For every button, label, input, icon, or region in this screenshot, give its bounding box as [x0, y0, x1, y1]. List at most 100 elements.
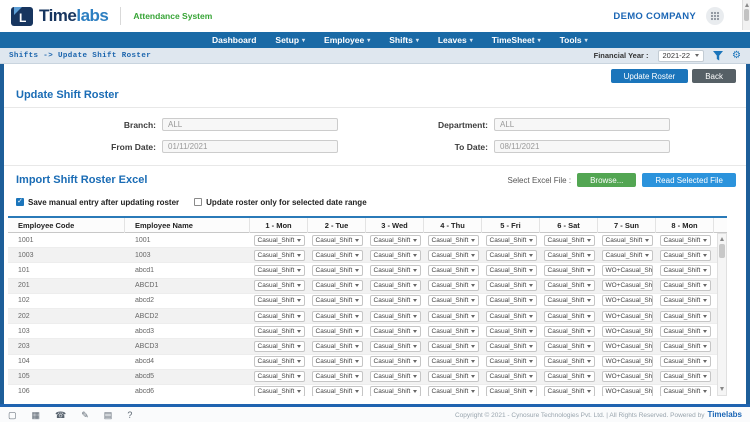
shift-select-r2-d6[interactable]: Casual_Shift	[543, 264, 595, 276]
shift-select-r5-d6[interactable]: Casual_Shift	[543, 310, 595, 322]
shift-select-r5-d3[interactable]: Casual_Shift	[369, 310, 421, 322]
shift-select-r2-d5[interactable]: Casual_Shift	[485, 264, 537, 276]
shift-select-r6-d3[interactable]: Casual_Shift	[369, 325, 421, 337]
shift-select-r7-d6[interactable]: Casual_Shift	[543, 340, 595, 352]
shift-select-r9-d7[interactable]: WO+Casual_Sh	[601, 371, 653, 383]
shift-select-r3-d7[interactable]: WO+Casual_Sh	[601, 280, 653, 292]
filter-icon[interactable]	[713, 50, 724, 61]
shift-select-r4-d5[interactable]: Casual_Shift	[485, 295, 537, 307]
checkbox-1[interactable]	[194, 198, 203, 206]
to-date-field[interactable]	[494, 140, 670, 153]
nav-item-leaves[interactable]: Leaves ▾	[438, 35, 473, 45]
phone-icon[interactable]: ☎	[55, 409, 66, 421]
from-date-field[interactable]	[162, 140, 338, 153]
shift-select-r8-d2[interactable]: Casual_Shift	[311, 356, 363, 368]
shift-select-r6-d6[interactable]: Casual_Shift	[543, 325, 595, 337]
shift-select-r9-d6[interactable]: Casual_Shift	[543, 371, 595, 383]
shift-select-r1-d5[interactable]: Casual_Shift	[485, 249, 537, 261]
help-icon[interactable]: ?	[127, 409, 132, 421]
shift-select-r7-d8[interactable]: Casual_Shift	[659, 340, 711, 352]
shift-select-r6-d2[interactable]: Casual_Shift	[311, 325, 363, 337]
shift-select-r5-d1[interactable]: Casual_Shift	[253, 310, 305, 322]
shift-select-r3-d8[interactable]: Casual_Shift	[659, 280, 711, 292]
shift-select-r6-d1[interactable]: Casual_Shift	[253, 325, 305, 337]
shift-select-r4-d3[interactable]: Casual_Shift	[369, 295, 421, 307]
printer-icon[interactable]: ▤	[104, 409, 113, 421]
shift-select-r8-d3[interactable]: Casual_Shift	[369, 356, 421, 368]
shift-select-r3-d4[interactable]: Casual_Shift	[427, 280, 479, 292]
nav-item-shifts[interactable]: Shifts ▾	[389, 35, 419, 45]
shift-select-r6-d8[interactable]: Casual_Shift	[659, 325, 711, 337]
department-field[interactable]	[494, 118, 670, 131]
shift-select-r4-d7[interactable]: WO+Casual_Sh	[601, 295, 653, 307]
shift-select-r2-d4[interactable]: Casual_Shift	[427, 264, 479, 276]
shift-select-r0-d6[interactable]: Casual_Shift	[543, 234, 595, 246]
shift-select-r5-d2[interactable]: Casual_Shift	[311, 310, 363, 322]
shift-select-r0-d7[interactable]: Casual_Shift	[601, 234, 653, 246]
shift-select-r4-d6[interactable]: Casual_Shift	[543, 295, 595, 307]
shift-select-r10-d1[interactable]: Casual_Shift	[253, 386, 305, 396]
apps-grid-icon[interactable]	[706, 7, 724, 25]
shift-select-r3-d6[interactable]: Casual_Shift	[543, 280, 595, 292]
shift-select-r9-d4[interactable]: Casual_Shift	[427, 371, 479, 383]
financial-year-select[interactable]: 2021-22	[657, 49, 705, 62]
table-scrollbar[interactable]	[717, 233, 727, 396]
browse-button[interactable]: Browse...	[577, 173, 637, 187]
shift-select-r7-d4[interactable]: Casual_Shift	[427, 340, 479, 352]
shift-select-r4-d8[interactable]: Casual_Shift	[659, 295, 711, 307]
shift-select-r8-d8[interactable]: Casual_Shift	[659, 356, 711, 368]
shift-select-r10-d4[interactable]: Casual_Shift	[427, 386, 479, 396]
shift-select-r10-d5[interactable]: Casual_Shift	[485, 386, 537, 396]
shift-select-r6-d5[interactable]: Casual_Shift	[485, 325, 537, 337]
gear-icon[interactable]: ⚙	[732, 50, 741, 61]
shift-select-r7-d3[interactable]: Casual_Shift	[369, 340, 421, 352]
shift-select-r6-d7[interactable]: WO+Casual_Sh	[601, 325, 653, 337]
shift-select-r7-d7[interactable]: WO+Casual_Sh	[601, 340, 653, 352]
shift-select-r9-d8[interactable]: Casual_Shift	[659, 371, 711, 383]
nav-item-dashboard[interactable]: Dashboard	[212, 35, 256, 45]
shift-select-r6-d4[interactable]: Casual_Shift	[427, 325, 479, 337]
shift-select-r5-d4[interactable]: Casual_Shift	[427, 310, 479, 322]
shift-select-r0-d1[interactable]: Casual_Shift	[253, 234, 305, 246]
branch-field[interactable]	[162, 118, 338, 131]
nav-item-timesheet[interactable]: TimeSheet ▾	[492, 35, 541, 45]
shift-select-r1-d2[interactable]: Casual_Shift	[311, 249, 363, 261]
shift-select-r0-d3[interactable]: Casual_Shift	[369, 234, 421, 246]
shift-select-r8-d5[interactable]: Casual_Shift	[485, 356, 537, 368]
shift-select-r1-d1[interactable]: Casual_Shift	[253, 249, 305, 261]
page-scrollbar[interactable]	[742, 0, 750, 30]
shift-select-r4-d2[interactable]: Casual_Shift	[311, 295, 363, 307]
shift-select-r3-d1[interactable]: Casual_Shift	[253, 280, 305, 292]
shift-select-r9-d3[interactable]: Casual_Shift	[369, 371, 421, 383]
read-selected-file-button[interactable]: Read Selected File	[642, 173, 736, 187]
shift-select-r2-d2[interactable]: Casual_Shift	[311, 264, 363, 276]
checkbox-0[interactable]: ✓	[16, 198, 24, 206]
shift-select-r1-d3[interactable]: Casual_Shift	[369, 249, 421, 261]
shift-select-r5-d8[interactable]: Casual_Shift	[659, 310, 711, 322]
back-button[interactable]: Back	[692, 69, 736, 83]
shift-select-r2-d1[interactable]: Casual_Shift	[253, 264, 305, 276]
shift-select-r2-d3[interactable]: Casual_Shift	[369, 264, 421, 276]
nav-item-setup[interactable]: Setup ▾	[275, 35, 305, 45]
nav-item-employee[interactable]: Employee ▾	[324, 35, 370, 45]
monitor-icon[interactable]: ▢	[8, 409, 17, 421]
shift-select-r7-d1[interactable]: Casual_Shift	[253, 340, 305, 352]
shift-select-r4-d4[interactable]: Casual_Shift	[427, 295, 479, 307]
update-roster-button[interactable]: Update Roster	[610, 69, 689, 83]
shift-select-r7-d5[interactable]: Casual_Shift	[485, 340, 537, 352]
shift-select-r8-d6[interactable]: Casual_Shift	[543, 356, 595, 368]
shift-select-r0-d8[interactable]: Casual_Shift	[659, 234, 711, 246]
shift-select-r2-d8[interactable]: Casual_Shift	[659, 264, 711, 276]
shift-select-r3-d2[interactable]: Casual_Shift	[311, 280, 363, 292]
shift-select-r0-d5[interactable]: Casual_Shift	[485, 234, 537, 246]
shift-select-r9-d1[interactable]: Casual_Shift	[253, 371, 305, 383]
shift-select-r7-d2[interactable]: Casual_Shift	[311, 340, 363, 352]
shift-select-r2-d7[interactable]: WO+Casual_Sh	[601, 264, 653, 276]
edit-icon[interactable]: ✎	[81, 409, 89, 421]
shift-select-r8-d4[interactable]: Casual_Shift	[427, 356, 479, 368]
calculator-icon[interactable]: ▦	[32, 409, 41, 421]
shift-select-r0-d2[interactable]: Casual_Shift	[311, 234, 363, 246]
timelabs-logo[interactable]: L Timelabs	[10, 6, 109, 27]
shift-select-r10-d6[interactable]: Casual_Shift	[543, 386, 595, 396]
shift-select-r5-d5[interactable]: Casual_Shift	[485, 310, 537, 322]
